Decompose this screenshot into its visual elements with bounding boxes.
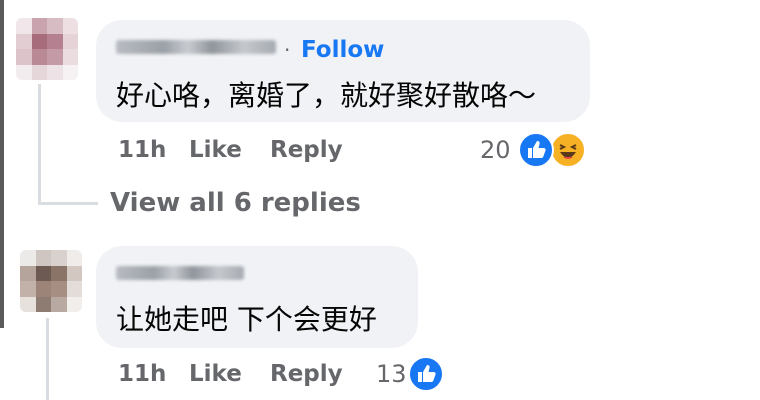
like-icon[interactable] — [518, 132, 554, 168]
reply-button[interactable]: Reply — [270, 361, 343, 387]
comment-bubble: · Follow 好心咯，离婚了，就好聚好散咯～ — [96, 20, 590, 122]
reaction-count[interactable]: 20 — [480, 136, 511, 164]
like-button[interactable]: Like — [189, 137, 242, 163]
name-separator: · — [284, 38, 291, 62]
thread-left-border — [0, 0, 4, 328]
comment-timestamp[interactable]: 11h — [118, 361, 166, 387]
comment-text: 让她走吧 下个会更好 — [116, 303, 377, 336]
view-all-replies-link[interactable]: View all 6 replies — [110, 188, 361, 218]
like-button[interactable]: Like — [189, 361, 242, 387]
author-name-redacted[interactable] — [116, 266, 244, 280]
thread-connector-curve — [38, 202, 98, 205]
avatar[interactable] — [20, 250, 82, 312]
reply-button[interactable]: Reply — [270, 137, 343, 163]
thread-connector-line-2 — [46, 318, 49, 400]
follow-button[interactable]: Follow — [301, 37, 384, 63]
reaction-count[interactable]: 13 — [376, 360, 407, 388]
like-icon[interactable] — [408, 356, 444, 392]
thread-connector-line — [38, 84, 41, 202]
author-name-redacted[interactable] — [116, 40, 276, 54]
comment-timestamp[interactable]: 11h — [118, 137, 166, 163]
comment-text: 好心咯，离婚了，就好聚好散咯～ — [116, 79, 537, 112]
haha-icon[interactable] — [550, 132, 586, 168]
avatar[interactable] — [16, 18, 78, 80]
comment-bubble: 让她走吧 下个会更好 — [96, 246, 418, 348]
